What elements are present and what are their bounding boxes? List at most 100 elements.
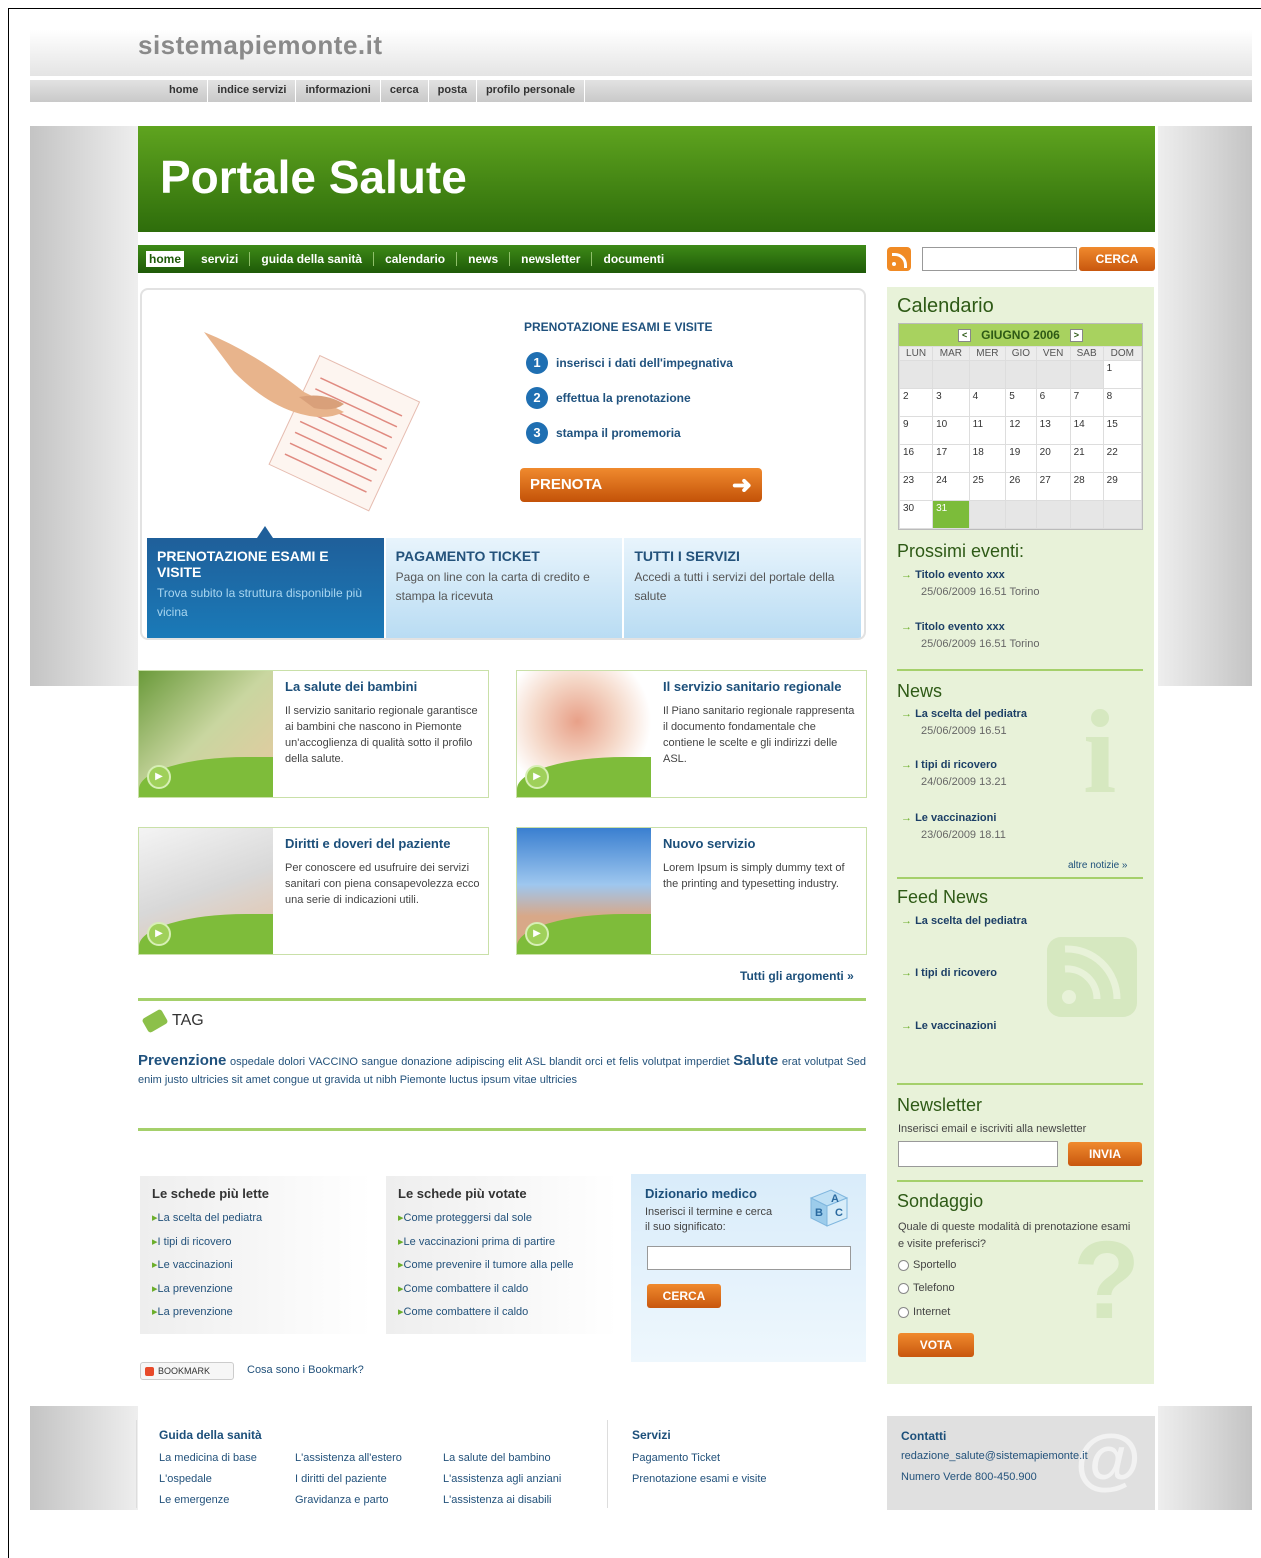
card-salute-bambini[interactable]: ▶ La salute dei bambini Il servizio sani…	[138, 670, 489, 798]
main-nav-home[interactable]: home	[146, 251, 185, 267]
list-item[interactable]: Come prevenire il tumore alla pelle	[398, 1254, 618, 1278]
card-title[interactable]: Il servizio sanitario regionale	[663, 679, 841, 694]
dictionary-input[interactable]	[647, 1246, 851, 1270]
list-item[interactable]: Le vaccinazioni prima di partire	[398, 1231, 618, 1255]
search-button[interactable]: CERCA	[1079, 247, 1155, 271]
tab-pagamento-ticket[interactable]: PAGAMENTO TICKET Paga on line con la cart…	[383, 538, 623, 638]
calendar-day[interactable]: 14	[1069, 416, 1104, 445]
top-nav-home[interactable]: home	[160, 80, 209, 102]
card-nuovo-servizio[interactable]: ▶ Nuovo servizio Lorem Ipsum is simply d…	[516, 827, 867, 955]
dictionary-search-button[interactable]: CERCA	[647, 1284, 721, 1308]
top-nav-cerca[interactable]: cerca	[381, 80, 429, 102]
tag-big[interactable]: Salute	[733, 1052, 778, 1069]
main-nav-guida[interactable]: guida della sanità	[250, 252, 375, 266]
event-title[interactable]: Titolo evento xxx	[901, 569, 1141, 581]
tag-list[interactable]: ospedale dolori VACCINO sangue donazione…	[230, 1056, 730, 1068]
card-servizio-sanitario[interactable]: ▶ Il servizio sanitario regionale Il Pia…	[516, 670, 867, 798]
next-month-button[interactable]: >	[1069, 329, 1083, 343]
calendar-day[interactable]: 5	[1005, 388, 1037, 417]
bookmark-button[interactable]: BOOKMARK	[140, 1362, 234, 1380]
calendar-day[interactable]: 9	[898, 416, 934, 445]
list-item[interactable]: I tipi di ricovero	[152, 1231, 372, 1255]
rss-icon[interactable]	[887, 247, 911, 271]
main-nav-news[interactable]: news	[457, 252, 511, 266]
poll-option[interactable]: Sportello	[898, 1259, 956, 1271]
calendar-day[interactable]: 19	[1005, 444, 1037, 473]
footer-link[interactable]: I diritti del paziente	[295, 1469, 402, 1490]
play-icon[interactable]: ▶	[147, 765, 171, 789]
top-nav-informazioni[interactable]: informazioni	[296, 80, 381, 102]
footer-link[interactable]: Gravidanza e parto	[295, 1490, 402, 1511]
tab-tutti-servizi[interactable]: TUTTI I SERVIZI Accedi a tutti i servizi …	[622, 538, 862, 638]
radio-icon[interactable]	[898, 1259, 909, 1271]
prev-month-button[interactable]: <	[958, 329, 972, 343]
calendar-day[interactable]: 10	[932, 416, 970, 445]
top-nav-indice-servizi[interactable]: indice servizi	[208, 80, 297, 102]
main-nav-servizi[interactable]: servizi	[190, 252, 251, 266]
news-headline[interactable]: Le vaccinazioni	[901, 812, 1141, 824]
all-topics-link[interactable]: Tutti gli argomenti »	[740, 969, 854, 983]
list-item[interactable]: Come proteggersi dal sole	[398, 1207, 618, 1231]
calendar-day[interactable]: 17	[932, 444, 970, 473]
footer-link[interactable]: L'ospedale	[159, 1469, 262, 1490]
news-item[interactable]: La scelta del pediatra 25/06/2009 16.51	[901, 708, 1141, 737]
tab-prenotazione[interactable]: PRENOTAZIONE ESAMI E VISITE Trova subito …	[147, 538, 384, 638]
vote-button[interactable]: VOTA	[898, 1333, 974, 1357]
list-item[interactable]: Come combattere il caldo	[398, 1301, 618, 1325]
calendar-day[interactable]: 25	[968, 472, 1007, 501]
top-nav-profilo[interactable]: profilo personale	[477, 80, 586, 102]
card-title[interactable]: Nuovo servizio	[663, 836, 755, 851]
list-item[interactable]: La prevenzione	[152, 1278, 372, 1302]
footer-link[interactable]: Pagamento Ticket	[632, 1448, 767, 1469]
calendar-day[interactable]: 21	[1069, 444, 1104, 473]
event-item[interactable]: Titolo evento xxx 25/06/2009 16.51 Torino	[901, 621, 1141, 650]
bookmark-info-link[interactable]: Cosa sono i Bookmark?	[247, 1364, 364, 1376]
feed-item[interactable]: I tipi di ricovero	[901, 967, 1141, 979]
radio-icon[interactable]	[898, 1282, 909, 1294]
footer-link[interactable]: L'assistenza agli anziani	[443, 1469, 561, 1490]
footer-link[interactable]: Prenotazione esami e visite	[632, 1469, 767, 1490]
calendar-day[interactable]: 13	[1035, 416, 1071, 445]
newsletter-submit-button[interactable]: INVIA	[1068, 1142, 1142, 1166]
calendar-day[interactable]: 23	[898, 472, 934, 501]
feed-headline[interactable]: Le vaccinazioni	[901, 1020, 1141, 1032]
list-item[interactable]: Le vaccinazioni	[152, 1254, 372, 1278]
calendar-day[interactable]: 27	[1035, 472, 1071, 501]
card-title[interactable]: La salute dei bambini	[285, 679, 417, 694]
calendar-day[interactable]: 2	[898, 388, 934, 417]
feed-item[interactable]: La scelta del pediatra	[901, 915, 1141, 927]
site-logo[interactable]: sistemapiemonte.it	[138, 30, 383, 61]
top-nav-posta[interactable]: posta	[429, 80, 477, 102]
feed-item[interactable]: Le vaccinazioni	[901, 1020, 1141, 1032]
list-item[interactable]: La scelta del pediatra	[152, 1207, 372, 1231]
calendar-day[interactable]: 6	[1035, 388, 1071, 417]
calendar-day[interactable]: 29	[1102, 472, 1143, 501]
news-headline[interactable]: I tipi di ricovero	[901, 759, 1141, 771]
feed-headline[interactable]: La scelta del pediatra	[901, 915, 1141, 927]
more-news-link[interactable]: altre notizie »	[1068, 860, 1127, 871]
main-nav-newsletter[interactable]: newsletter	[510, 252, 593, 266]
news-item[interactable]: I tipi di ricovero 24/06/2009 13.21	[901, 759, 1141, 788]
contact-email[interactable]: redazione_salute@sistemapiemonte.it	[901, 1446, 1141, 1467]
event-item[interactable]: Titolo evento xxx 25/06/2009 16.51 Torino	[901, 569, 1141, 598]
calendar-day[interactable]: 12	[1005, 416, 1037, 445]
calendar-day[interactable]: 26	[1005, 472, 1037, 501]
news-headline[interactable]: La scelta del pediatra	[901, 708, 1141, 720]
main-nav-calendario[interactable]: calendario	[374, 252, 458, 266]
prenota-button[interactable]: PRENOTA ➜	[520, 468, 762, 502]
calendar-day[interactable]: 15	[1102, 416, 1143, 445]
radio-icon[interactable]	[898, 1306, 909, 1318]
play-icon[interactable]: ▶	[525, 922, 549, 946]
calendar-day[interactable]: 3	[932, 388, 970, 417]
play-icon[interactable]: ▶	[147, 922, 171, 946]
event-title[interactable]: Titolo evento xxx	[901, 621, 1141, 633]
calendar-day[interactable]: 20	[1035, 444, 1071, 473]
footer-link[interactable]: L'assistenza ai disabili	[443, 1490, 561, 1511]
card-diritti-doveri[interactable]: ▶ Diritti e doveri del paziente Per cono…	[138, 827, 489, 955]
news-item[interactable]: Le vaccinazioni 23/06/2009 18.11	[901, 812, 1141, 841]
search-input[interactable]	[922, 247, 1077, 271]
list-item[interactable]: Come combattere il caldo	[398, 1278, 618, 1302]
footer-link[interactable]: L'assistenza all'estero	[295, 1448, 402, 1469]
feed-headline[interactable]: I tipi di ricovero	[901, 967, 1141, 979]
calendar-day[interactable]: 30	[898, 500, 934, 529]
